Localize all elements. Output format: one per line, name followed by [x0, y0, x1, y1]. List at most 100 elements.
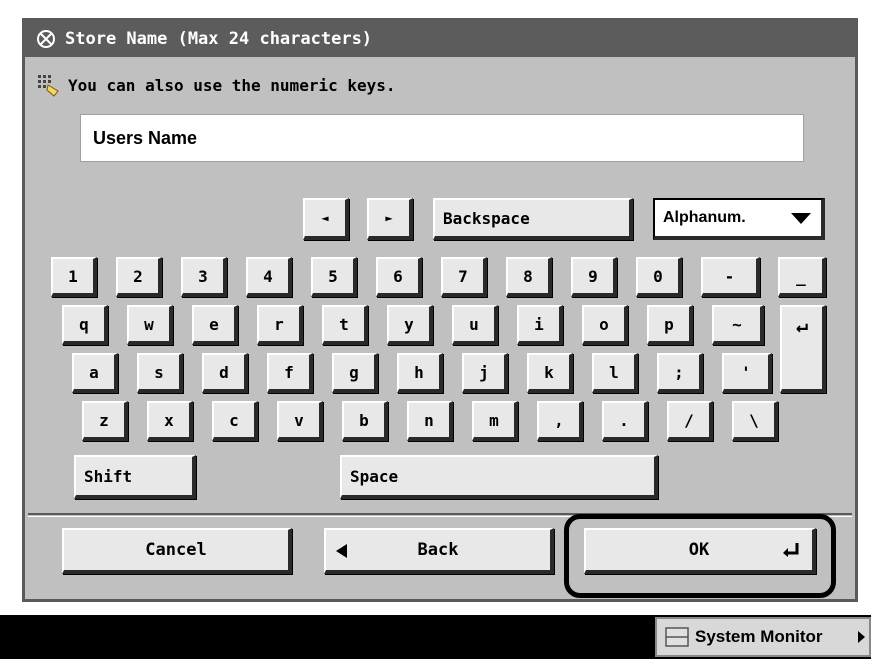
key-label: v — [294, 410, 304, 430]
key-3[interactable]: 3 — [181, 257, 227, 297]
key-w[interactable]: w — [127, 305, 173, 345]
key-label: b — [359, 410, 369, 430]
key-label: l — [609, 362, 619, 382]
system-monitor-label: System Monitor — [695, 627, 823, 646]
key-label: g — [349, 362, 359, 382]
key-a[interactable]: a — [72, 353, 118, 393]
enter-arrow-icon: ↵ — [795, 313, 809, 337]
key-8[interactable]: 8 — [506, 257, 552, 297]
cancel-button[interactable]: Cancel — [62, 528, 292, 574]
key-label: c — [229, 410, 239, 430]
key-hyphen[interactable]: - — [701, 257, 760, 297]
key-label: m — [489, 410, 499, 430]
enter-icon — [782, 542, 800, 563]
key-label: p — [664, 314, 674, 334]
key-tilde[interactable]: ~ — [712, 305, 764, 345]
key-q[interactable]: q — [62, 305, 108, 345]
key-4[interactable]: 4 — [246, 257, 292, 297]
key-label: \ — [749, 410, 759, 430]
key-6[interactable]: 6 — [376, 257, 422, 297]
key-v[interactable]: v — [277, 401, 323, 441]
key-l[interactable]: l — [592, 353, 638, 393]
key-p[interactable]: p — [647, 305, 693, 345]
back-arrow-icon — [336, 544, 347, 558]
key-n[interactable]: n — [407, 401, 453, 441]
system-monitor-icon — [665, 627, 689, 647]
key-label: a — [89, 362, 99, 382]
dropdown-arrow-icon — [791, 213, 811, 224]
key-label: o — [599, 314, 609, 334]
key-s[interactable]: s — [137, 353, 183, 393]
backspace-button[interactable]: Backspace — [433, 198, 633, 240]
key-h[interactable]: h — [397, 353, 443, 393]
hint-text: You can also use the numeric keys. — [68, 75, 396, 95]
key-underscore[interactable]: _ — [778, 257, 826, 297]
key-y[interactable]: y — [387, 305, 433, 345]
store-name-value: Users Name — [93, 127, 198, 148]
shift-key[interactable]: Shift — [74, 455, 196, 499]
ok-button[interactable]: OK — [584, 528, 816, 574]
key-slash[interactable]: / — [667, 401, 713, 441]
key-label: 5 — [328, 266, 338, 286]
key-g[interactable]: g — [332, 353, 378, 393]
key-label: 7 — [458, 266, 468, 286]
key-label: , — [554, 410, 564, 430]
key-z[interactable]: z — [82, 401, 128, 441]
cursor-right-button[interactable]: ► — [367, 198, 413, 240]
key-o[interactable]: o — [582, 305, 628, 345]
key-comma[interactable]: , — [537, 401, 583, 441]
cursor-left-button[interactable]: ◄ — [303, 198, 349, 240]
key-label: ~ — [732, 314, 742, 334]
key-m[interactable]: m — [472, 401, 518, 441]
back-button[interactable]: Back — [324, 528, 554, 574]
key-0[interactable]: 0 — [636, 257, 682, 297]
key-label: q — [79, 314, 89, 334]
key-k[interactable]: k — [527, 353, 573, 393]
back-label: Back — [417, 540, 459, 560]
key-2[interactable]: 2 — [116, 257, 162, 297]
key-5[interactable]: 5 — [311, 257, 357, 297]
key-c[interactable]: c — [212, 401, 258, 441]
key-j[interactable]: j — [462, 353, 508, 393]
key-label: h — [414, 362, 424, 382]
key-1[interactable]: 1 — [51, 257, 97, 297]
key-label: _ — [796, 266, 806, 286]
chevron-right-icon — [858, 631, 865, 643]
key-label: Space — [350, 466, 399, 486]
key-u[interactable]: u — [452, 305, 498, 345]
store-name-field[interactable]: Users Name — [80, 114, 804, 162]
key-backslash[interactable]: \ — [732, 401, 778, 441]
key-i[interactable]: i — [517, 305, 563, 345]
key-r[interactable]: r — [257, 305, 303, 345]
key-9[interactable]: 9 — [571, 257, 617, 297]
key-label: d — [219, 362, 229, 382]
key-label: . — [619, 410, 629, 430]
space-key[interactable]: Space — [340, 455, 658, 499]
cancel-label: Cancel — [145, 540, 207, 560]
key-7[interactable]: 7 — [441, 257, 487, 297]
key-d[interactable]: d — [202, 353, 248, 393]
key-label: y — [404, 314, 414, 334]
key-semicolon[interactable]: ; — [657, 353, 703, 393]
system-monitor-button[interactable]: System Monitor — [655, 617, 871, 657]
keypad-hand-icon — [36, 73, 62, 97]
key-apostrophe[interactable]: ' — [722, 353, 772, 393]
numeric-keys-hint: You can also use the numeric keys. — [36, 73, 396, 97]
input-mode-dropdown[interactable]: Alphanum. — [653, 198, 825, 240]
key-label: 1 — [68, 266, 78, 286]
key-b[interactable]: b — [342, 401, 388, 441]
key-label: - — [724, 266, 735, 286]
key-label: 9 — [588, 266, 598, 286]
key-label: 4 — [263, 266, 273, 286]
key-x[interactable]: x — [147, 401, 193, 441]
title-bar: Store Name (Max 24 characters) — [25, 21, 855, 57]
key-e[interactable]: e — [192, 305, 238, 345]
key-label: k — [544, 362, 554, 382]
key-period[interactable]: . — [602, 401, 648, 441]
enter-key[interactable]: ↵ — [780, 305, 826, 393]
key-label: j — [479, 362, 489, 382]
key-f[interactable]: f — [267, 353, 313, 393]
right-arrow-icon: ► — [385, 211, 393, 225]
key-label: r — [274, 314, 284, 334]
key-t[interactable]: t — [322, 305, 368, 345]
